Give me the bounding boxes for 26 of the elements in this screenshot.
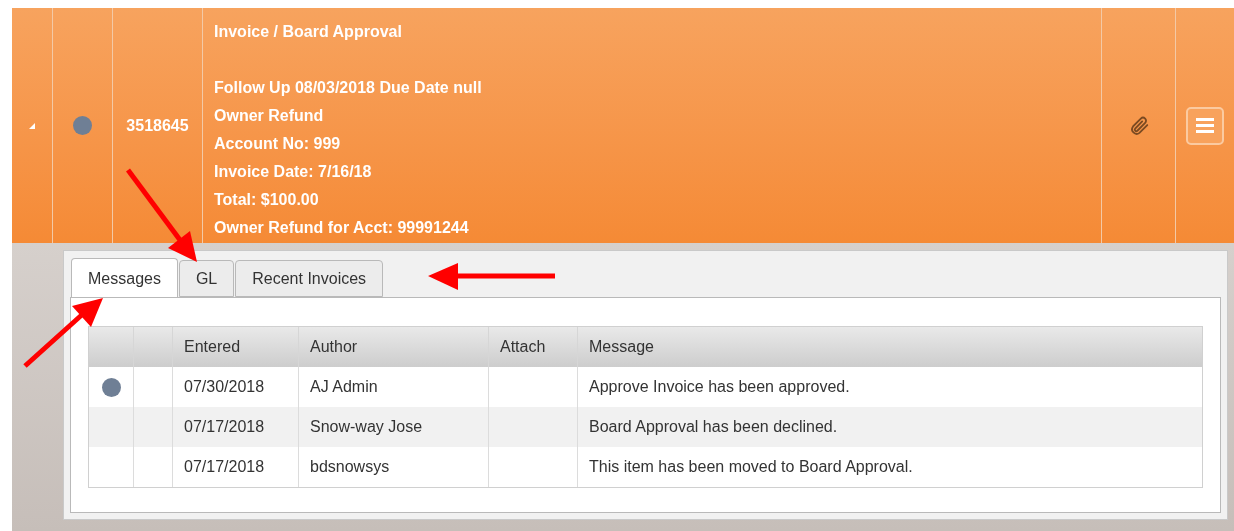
table-cell-text: 07/17/2018 xyxy=(184,457,265,477)
tab[interactable]: Messages xyxy=(71,258,178,298)
tab[interactable]: GL xyxy=(178,260,235,297)
table-cell-text: Snow-way Jose xyxy=(310,417,423,437)
table-cell-text: This item has been moved to Board Approval. xyxy=(589,457,913,477)
column-header: Author xyxy=(310,337,358,357)
column-header: Attach xyxy=(500,337,546,357)
table-cell-text: Board Approval has been declined. xyxy=(589,417,838,437)
detail-line: Total: $100.00 xyxy=(214,190,320,210)
table-cell-text: 07/17/2018 xyxy=(184,417,265,437)
detail-line: Invoice Date: 7/16/18 xyxy=(214,162,373,182)
tab[interactable]: Recent Invoices xyxy=(235,260,384,297)
expand-triangle-icon[interactable] xyxy=(29,122,35,129)
detail-line: Follow Up 08/03/2018 Due Date null xyxy=(214,78,483,98)
menu-button[interactable] xyxy=(1186,106,1224,145)
table-cell-text: AJ Admin xyxy=(310,377,378,397)
table-cell-text: Approve Invoice has been approved. xyxy=(589,377,850,397)
item-title: Invoice / Board Approval xyxy=(214,22,403,42)
table-cell-text: 07/30/2018 xyxy=(184,377,265,397)
detail-line: Account No: 999 xyxy=(214,134,342,154)
detail-line: Owner Refund for Acct: 99991244 xyxy=(214,218,470,238)
column-header: Message xyxy=(589,337,654,357)
detail-line: Owner Refund xyxy=(214,106,325,126)
item-number: 3518645 xyxy=(126,115,189,136)
column-header: Entered xyxy=(184,337,241,357)
table-cell-text: bdsnowsys xyxy=(310,457,390,477)
